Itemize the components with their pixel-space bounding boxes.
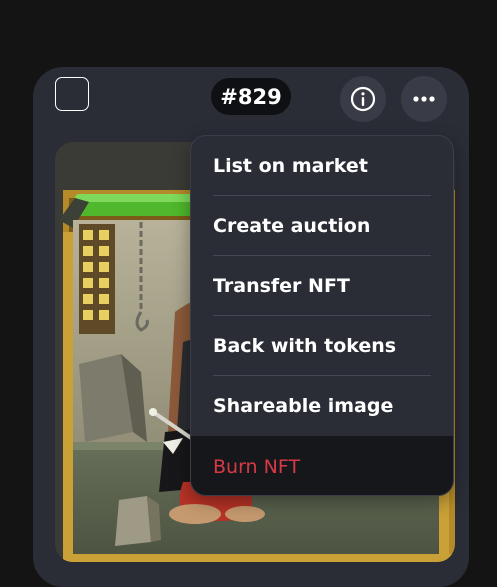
menu-item-label: Create auction [213, 215, 371, 237]
more-horizontal-icon [413, 96, 435, 102]
menu-item-label: List on market [213, 155, 368, 177]
select-checkbox[interactable] [55, 77, 89, 111]
token-id-badge: #829 [211, 78, 291, 115]
info-icon [350, 86, 376, 112]
menu-item-create-auction[interactable]: Create auction [191, 196, 453, 256]
menu-item-burn-nft[interactable]: Burn NFT [191, 436, 453, 495]
menu-item-label: Shareable image [213, 395, 394, 417]
menu-item-transfer-nft[interactable]: Transfer NFT [191, 256, 453, 316]
more-options-button[interactable] [401, 76, 447, 122]
token-id-label: #829 [220, 84, 282, 109]
menu-item-back-with-tokens[interactable]: Back with tokens [191, 316, 453, 376]
menu-item-label: Burn NFT [213, 455, 301, 478]
menu-item-label: Transfer NFT [213, 275, 350, 297]
nft-actions-menu: List on market Create auction Transfer N… [190, 135, 454, 496]
menu-item-shareable-image[interactable]: Shareable image [191, 376, 453, 436]
info-button[interactable] [340, 76, 386, 122]
menu-item-list-on-market[interactable]: List on market [191, 136, 453, 196]
menu-item-label: Back with tokens [213, 335, 397, 357]
